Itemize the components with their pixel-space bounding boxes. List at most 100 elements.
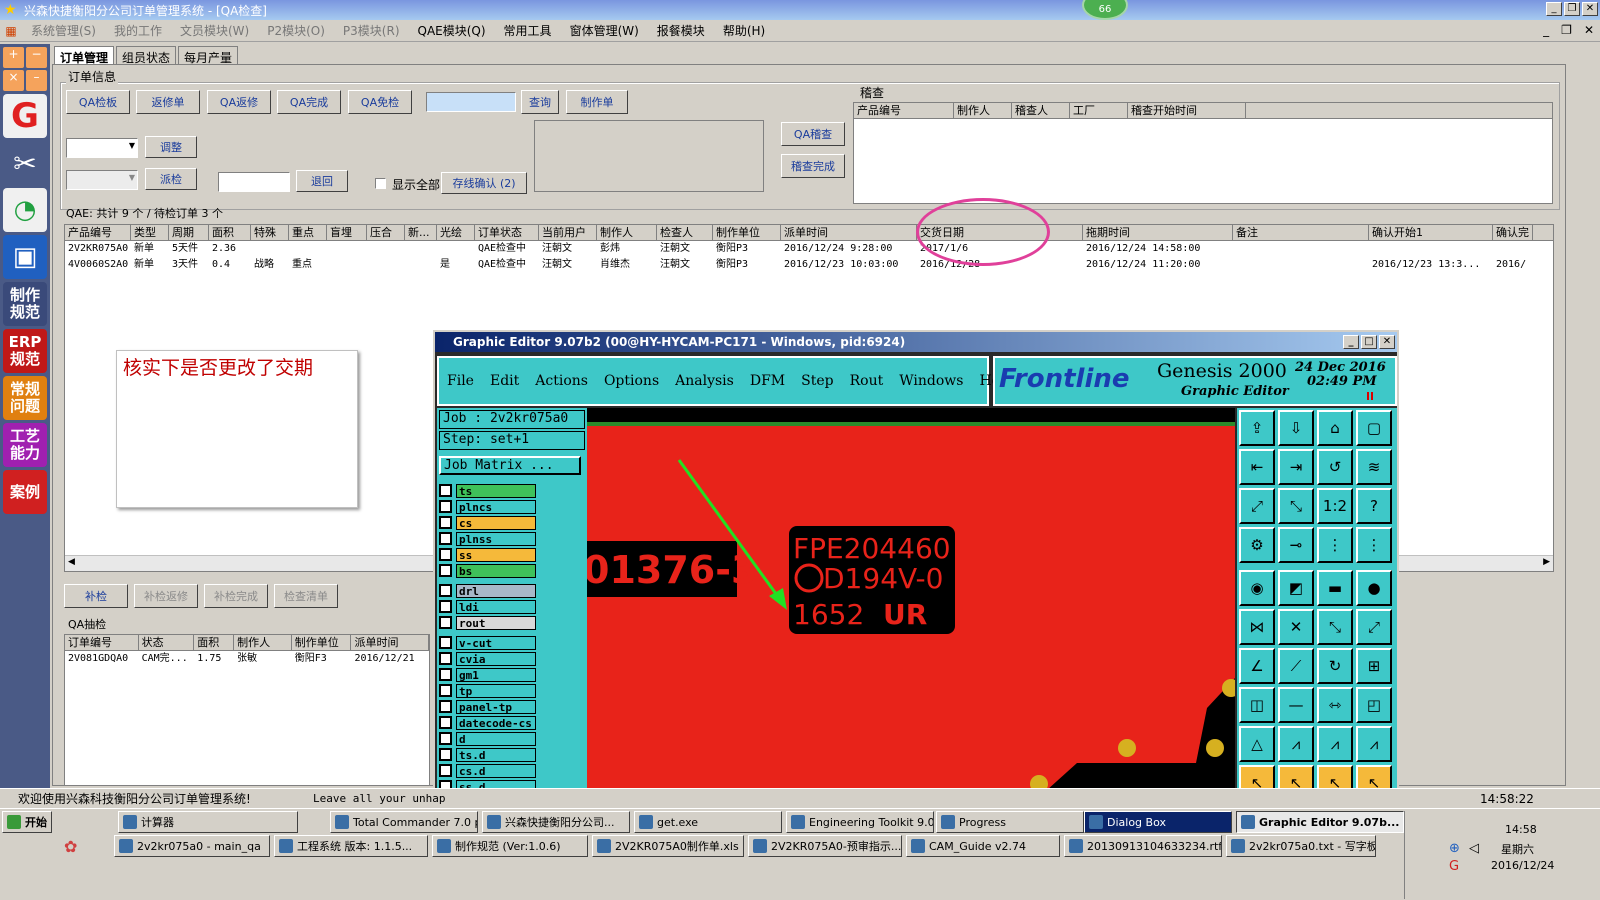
arc2-icon[interactable]: ⩘ <box>1317 726 1353 762</box>
sidebar-faq-button[interactable]: 常规 问题 <box>3 376 47 420</box>
supplement-complete-button[interactable]: 补检完成 <box>204 584 268 608</box>
ge-menu-analysis[interactable]: Analysis <box>667 373 742 389</box>
sidebar-case-button[interactable]: 案例 <box>3 470 47 514</box>
sample-col-order[interactable]: 订单编号 <box>65 635 139 650</box>
menu-my-work[interactable]: 我的工作 <box>105 22 171 39</box>
menu-p3[interactable]: P3模块(R) <box>334 22 409 39</box>
layers-icon[interactable]: ◰ <box>1356 687 1392 723</box>
orders-col-header[interactable]: 确认开始1 <box>1369 225 1493 240</box>
layer-checkbox[interactable] <box>439 732 452 745</box>
qa-sample-table[interactable]: 订单编号 状态 面积 制作人 制作单位 派单时间 2V081GDQA0 CAM完… <box>64 634 430 786</box>
scroll-right-icon[interactable]: ▶ <box>1543 557 1550 567</box>
sidebar-save-icon[interactable]: ▣ <box>3 235 47 279</box>
layer-row[interactable]: tp <box>439 683 585 698</box>
layer-row[interactable]: v-cut <box>439 635 585 650</box>
qa-rework-button[interactable]: QA返修 <box>207 90 271 114</box>
ge-menu-step[interactable]: Step <box>793 373 841 389</box>
layer-name[interactable]: ts <box>456 483 536 498</box>
close-button[interactable]: ✕ <box>1582 2 1598 16</box>
rework-order-button[interactable]: 返修单 <box>136 90 200 114</box>
window-icon[interactable]: ▢ <box>1356 410 1392 446</box>
dispatch-select[interactable]: ▼ <box>66 170 138 190</box>
quicklaunch-icon[interactable]: ✿ <box>64 837 77 856</box>
layer-name[interactable]: rout <box>456 615 536 630</box>
layer-checkbox[interactable] <box>439 636 452 649</box>
sample-col-maker[interactable]: 制作人 <box>234 635 292 650</box>
layer-name[interactable]: panel-tp <box>456 699 536 714</box>
audit-complete-button[interactable]: 稽查完成 <box>781 154 845 178</box>
scroll-left-icon[interactable]: ◀ <box>68 557 75 567</box>
ge-menu-dfm[interactable]: DFM <box>742 373 793 389</box>
layer-row[interactable]: drl <box>439 583 585 598</box>
zoom-ratio-icon[interactable]: 1:2 <box>1317 488 1353 524</box>
ge-close-button[interactable]: ✕ <box>1379 335 1395 349</box>
fit-icon[interactable]: ⤢ <box>1239 488 1275 524</box>
sidebar-process-button[interactable]: 工艺 能力 <box>3 423 47 467</box>
menu-tools[interactable]: 常用工具 <box>495 22 561 39</box>
draw-icon[interactable]: ⟋ <box>1278 648 1314 684</box>
minimize-button[interactable]: _ <box>1546 2 1562 16</box>
orders-col-header[interactable]: 产品编号 <box>65 225 131 240</box>
layer-row[interactable]: plncs <box>439 499 585 514</box>
grid-icon[interactable]: ⊞ <box>1356 648 1392 684</box>
audit-col-auditor[interactable]: 稽查人 <box>1012 103 1070 118</box>
layer-row[interactable]: cvia <box>439 651 585 666</box>
audit-table[interactable]: 产品编号 制作人 稽查人 工厂 稽查开始时间 <box>853 102 1553 204</box>
home-icon[interactable]: ⌂ <box>1317 410 1353 446</box>
taskbar-item[interactable]: CAM_Guide v2.74 <box>906 835 1060 857</box>
dispatch-button[interactable]: 派检 <box>145 168 197 190</box>
search-input[interactable] <box>426 92 516 112</box>
triangle-icon[interactable]: △ <box>1239 726 1275 762</box>
arc3-icon[interactable]: ⩘ <box>1356 726 1392 762</box>
adjust-select[interactable]: ▼ <box>66 138 138 158</box>
layer-name[interactable]: drl <box>456 583 536 598</box>
taskbar-item[interactable]: Engineering Toolkit 9.0... <box>786 811 934 833</box>
zoom-out-icon[interactable]: ⇩ <box>1278 410 1314 446</box>
qa-exempt-button[interactable]: QA免检 <box>348 90 412 114</box>
layer-row[interactable]: rout <box>439 615 585 630</box>
sidebar-erp-button[interactable]: ERP 规范 <box>3 329 47 373</box>
orders-col-header[interactable]: 新... <box>405 225 437 240</box>
orders-col-header[interactable]: 拖期时间 <box>1083 225 1233 240</box>
ge-maximize-button[interactable]: □ <box>1361 335 1377 349</box>
taskbar-item[interactable]: 制作规范 (Ver:1.0.6) <box>432 835 588 857</box>
pan-left-icon[interactable]: ⇤ <box>1239 449 1275 485</box>
line2-icon[interactable]: ⤢ <box>1356 609 1392 645</box>
taskbar-item[interactable]: 2V2KR075A0-预审指示... <box>748 835 902 857</box>
menu-clerk[interactable]: 文员模块(W) <box>171 22 258 39</box>
sidebar-tools-icon[interactable]: ✂ <box>3 141 47 185</box>
capture-icon[interactable]: ◉ <box>1239 570 1275 606</box>
sidebar-chart-icon[interactable]: ◔ <box>3 188 47 232</box>
qa-audit-button[interactable]: QA稽查 <box>781 122 845 146</box>
taskbar-item[interactable]: 工程系统 版本: 1.1.5... <box>274 835 428 857</box>
orders-col-header[interactable]: 派单时间 <box>781 225 917 240</box>
orders-col-header[interactable]: 压合 <box>367 225 405 240</box>
graphic-editor-window[interactable]: Graphic Editor 9.07b2 (00@HY-HYCAM-PC171… <box>433 330 1399 808</box>
taskbar-item[interactable]: Total Commander 7.0 p... <box>330 811 478 833</box>
layer-name[interactable]: tp <box>456 683 536 698</box>
online-confirm-button[interactable]: 存线确认 (2) <box>441 172 527 194</box>
connect-icon[interactable]: ⋈ <box>1239 609 1275 645</box>
orders-col-header[interactable]: 周期 <box>169 225 209 240</box>
tray-volume-icon[interactable]: ◁ <box>1469 841 1479 856</box>
taskbar-item[interactable]: Graphic Editor 9.07b... <box>1236 811 1404 833</box>
orders-col-header[interactable]: 当前用户 <box>539 225 597 240</box>
minus-icon[interactable]: — <box>1278 687 1314 723</box>
layer-row[interactable]: ts.d <box>439 747 585 762</box>
show-all-checkbox[interactable] <box>375 178 386 189</box>
sample-col-unit[interactable]: 制作单位 <box>292 635 352 650</box>
menu-p2[interactable]: P2模块(O) <box>258 22 334 39</box>
layer-name[interactable]: ldi <box>456 599 536 614</box>
audit-col-maker[interactable]: 制作人 <box>954 103 1012 118</box>
taskbar-item[interactable]: 2v2kr075a0 - main_qa <box>114 835 270 857</box>
orders-col-header[interactable]: 特殊 <box>251 225 289 240</box>
sidebar-dash-icon[interactable]: – <box>26 70 47 91</box>
sample-col-area[interactable]: 面积 <box>194 635 235 650</box>
layer-checkbox[interactable] <box>439 548 452 561</box>
adjust-button[interactable]: 调整 <box>145 136 197 158</box>
layer-row[interactable]: ldi <box>439 599 585 614</box>
sidebar-minus-icon[interactable]: − <box>26 47 47 68</box>
sidebar-x-icon[interactable]: × <box>3 70 24 91</box>
help-icon[interactable]: ? <box>1356 488 1392 524</box>
settings-icon[interactable]: ⚙ <box>1239 527 1275 563</box>
